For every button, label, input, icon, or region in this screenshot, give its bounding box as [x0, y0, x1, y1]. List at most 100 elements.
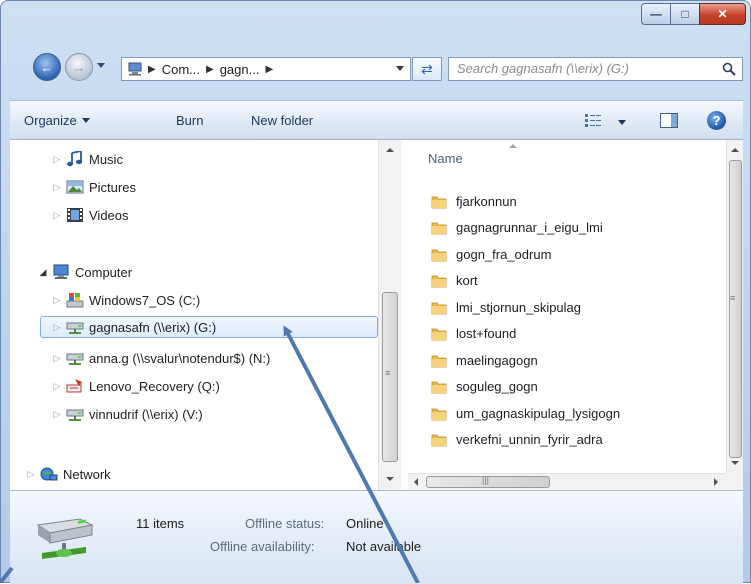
network-drive-icon: [66, 322, 84, 334]
expand-arrow-icon[interactable]: ▷: [52, 210, 62, 221]
scroll-thumb[interactable]: [729, 160, 742, 458]
burn-button[interactable]: Burn: [176, 113, 203, 128]
folder-icon: [431, 249, 447, 261]
navigation-pane[interactable]: ▷ Music ▷ Pictures ▷ Videos ◢ Computer ▷…: [10, 140, 378, 490]
network-drive-icon: [66, 409, 84, 421]
preview-pane-icon[interactable]: [660, 113, 678, 128]
scroll-left-arrow-icon[interactable]: [414, 478, 418, 486]
scroll-up-arrow-icon[interactable]: [731, 148, 739, 152]
offline-availability-value: Not available: [346, 539, 422, 554]
scroll-right-arrow-icon[interactable]: [714, 478, 718, 486]
file-list-item[interactable]: fjarkonnun: [431, 189, 517, 213]
file-list-item[interactable]: lmi_stjornun_skipulag: [431, 295, 581, 319]
tree-item-videos[interactable]: ▷ Videos: [52, 204, 129, 226]
item-count: 11 items: [136, 516, 185, 531]
breadcrumb-separator[interactable]: ▶: [265, 64, 273, 75]
breadcrumb-gagnasafn[interactable]: gagn...: [220, 62, 260, 77]
forward-arrow-icon: →: [72, 59, 86, 75]
offline-status-value: Online: [346, 516, 384, 531]
offline-availability-label: Offline availability:: [210, 539, 315, 554]
expand-arrow-icon[interactable]: ▷: [52, 353, 62, 364]
tree-item-network[interactable]: ▷ Network: [26, 463, 111, 485]
sort-ascending-icon: [509, 144, 517, 148]
minimize-icon: —: [650, 7, 662, 21]
address-bar[interactable]: ▶ Com... ▶ gagn... ▶: [121, 57, 411, 81]
tree-item-drive-c[interactable]: ▷ Windows7_OS (C:): [52, 289, 200, 311]
command-bar: Organize Burn New folder ?: [10, 100, 743, 140]
windows-drive-icon: [66, 293, 84, 308]
title-bar[interactable]: — □ ✕: [1, 1, 751, 41]
expand-arrow-icon[interactable]: ▷: [52, 182, 62, 193]
file-name: lmi_stjornun_skipulag: [456, 299, 582, 315]
expand-arrow-icon[interactable]: ▷: [52, 322, 62, 333]
tree-item-drive-n[interactable]: ▷ anna.g (\\svalur\notendur$) (N:): [52, 347, 271, 369]
search-input[interactable]: Search gagnasafn (\\erix) (G:): [448, 57, 743, 81]
breadcrumb-separator[interactable]: ▶: [148, 64, 156, 75]
tree-item-music[interactable]: ▷ Music: [52, 148, 123, 170]
forward-button[interactable]: →: [65, 53, 93, 81]
file-list-vertical-scrollbar[interactable]: ≡: [726, 140, 743, 473]
network-drive-large-icon: [36, 518, 94, 559]
tree-item-label: Pictures: [89, 179, 136, 195]
file-name: fjarkonnun: [456, 193, 517, 209]
refresh-button[interactable]: ⇄: [412, 57, 442, 81]
expand-arrow-icon[interactable]: ▷: [52, 154, 62, 165]
file-list-item[interactable]: kort: [431, 269, 478, 293]
file-list-item[interactable]: verkefni_unnin_fyrir_adra: [431, 428, 603, 452]
search-icon[interactable]: [722, 62, 736, 76]
file-name: maelingagogn: [456, 352, 538, 368]
offline-status-label: Offline status:: [245, 516, 325, 531]
expand-arrow-icon[interactable]: ▷: [52, 295, 62, 306]
navigation-scrollbar[interactable]: ≡: [378, 140, 401, 490]
file-list-item[interactable]: maelingagogn: [431, 348, 538, 372]
tree-item-drive-q[interactable]: ▷ Lenovo_Recovery (Q:): [52, 375, 220, 397]
folder-icon: [431, 328, 447, 341]
file-name: lost+found: [456, 326, 517, 341]
minimize-button[interactable]: —: [641, 3, 671, 25]
tree-item-label: Computer: [75, 264, 133, 280]
column-header-name[interactable]: Name: [428, 151, 463, 166]
folder-icon: [431, 196, 447, 208]
file-list-item[interactable]: lost+found: [431, 322, 516, 346]
grip-icon: ≡: [730, 293, 736, 303]
folder-icon: [431, 434, 447, 447]
file-name: gogn_fra_odrum: [456, 246, 552, 262]
pane-splitter[interactable]: [401, 140, 408, 490]
scroll-up-arrow-icon[interactable]: [386, 148, 394, 152]
close-button[interactable]: ✕: [699, 3, 746, 25]
new-folder-button[interactable]: New folder: [251, 113, 313, 128]
tree-item-drive-g[interactable]: ▷ gagnasafn (\\erix) (G:): [40, 316, 378, 338]
recent-pages-dropdown[interactable]: [97, 63, 105, 68]
refresh-icon: ⇄: [421, 60, 433, 77]
breadcrumb-separator[interactable]: ▶: [206, 64, 214, 75]
maximize-button[interactable]: □: [670, 3, 700, 25]
expand-arrow-icon[interactable]: ▷: [52, 381, 62, 392]
tree-item-computer[interactable]: ◢ Computer: [38, 261, 132, 283]
address-dropdown-arrow[interactable]: [396, 66, 404, 71]
back-arrow-icon: ←: [40, 59, 54, 75]
file-list-item[interactable]: soguleg_gogn: [431, 375, 538, 399]
tree-item-drive-v[interactable]: ▷ vinnudrif (\\erix) (V:): [52, 403, 203, 425]
file-name: um_gagnaskipulag_lysigogn: [456, 405, 621, 421]
file-list-item[interactable]: gagnagrunnar_i_eigu_lmi: [431, 216, 603, 240]
file-list-item[interactable]: um_gagnaskipulag_lysigogn: [431, 401, 620, 425]
change-view-icon[interactable]: [585, 114, 601, 127]
file-list-item[interactable]: gogn_fra_odrum: [431, 242, 551, 266]
tree-item-pictures[interactable]: ▷ Pictures: [52, 176, 136, 198]
expand-arrow-icon[interactable]: ▷: [26, 469, 36, 480]
file-list-horizontal-scrollbar[interactable]: |||: [408, 473, 726, 490]
breadcrumb-computer[interactable]: Com...: [162, 62, 200, 77]
network-icon: [40, 467, 58, 481]
maximize-icon: □: [681, 7, 689, 21]
scroll-down-arrow-icon[interactable]: [386, 477, 394, 481]
help-icon[interactable]: ?: [707, 111, 726, 130]
back-button[interactable]: ←: [33, 53, 61, 81]
expand-arrow-icon[interactable]: ▷: [52, 409, 62, 420]
file-name: kort: [456, 273, 478, 288]
view-options-dropdown[interactable]: [618, 120, 626, 125]
file-name: verkefni_unnin_fyrir_adra: [456, 432, 603, 447]
scroll-down-arrow-icon[interactable]: [731, 461, 739, 465]
folder-icon: [431, 302, 447, 314]
organize-button[interactable]: Organize: [24, 113, 90, 128]
collapse-arrow-icon[interactable]: ◢: [38, 267, 48, 278]
